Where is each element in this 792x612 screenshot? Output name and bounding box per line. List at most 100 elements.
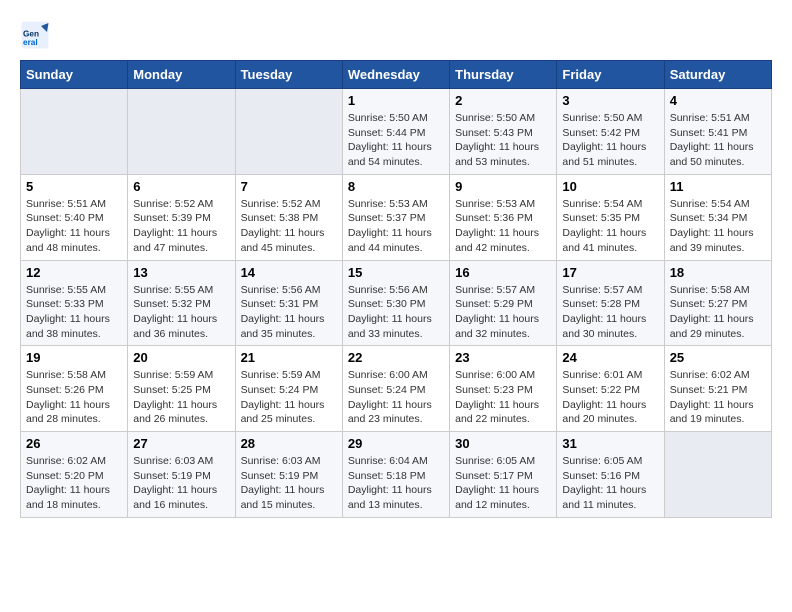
day-info: Sunrise: 6:02 AM Sunset: 5:21 PM Dayligh… xyxy=(670,368,766,427)
weekday-header-tuesday: Tuesday xyxy=(235,61,342,89)
calendar-cell: 4 Sunrise: 5:51 AM Sunset: 5:41 PM Daylig… xyxy=(664,89,771,175)
day-number: 16 xyxy=(455,265,551,280)
day-number: 20 xyxy=(133,350,229,365)
calendar-cell xyxy=(664,432,771,518)
weekday-header-monday: Monday xyxy=(128,61,235,89)
calendar-table: SundayMondayTuesdayWednesdayThursdayFrid… xyxy=(20,60,772,518)
calendar-week-1: 1 Sunrise: 5:50 AM Sunset: 5:44 PM Daylig… xyxy=(21,89,772,175)
day-number: 21 xyxy=(241,350,337,365)
day-info: Sunrise: 5:56 AM Sunset: 5:31 PM Dayligh… xyxy=(241,283,337,342)
day-info: Sunrise: 6:00 AM Sunset: 5:24 PM Dayligh… xyxy=(348,368,444,427)
day-number: 25 xyxy=(670,350,766,365)
calendar-cell: 8 Sunrise: 5:53 AM Sunset: 5:37 PM Daylig… xyxy=(342,174,449,260)
day-info: Sunrise: 6:05 AM Sunset: 5:16 PM Dayligh… xyxy=(562,454,658,513)
day-info: Sunrise: 5:50 AM Sunset: 5:42 PM Dayligh… xyxy=(562,111,658,170)
day-info: Sunrise: 5:59 AM Sunset: 5:24 PM Dayligh… xyxy=(241,368,337,427)
day-info: Sunrise: 6:01 AM Sunset: 5:22 PM Dayligh… xyxy=(562,368,658,427)
day-number: 26 xyxy=(26,436,122,451)
weekday-header-wednesday: Wednesday xyxy=(342,61,449,89)
day-info: Sunrise: 5:59 AM Sunset: 5:25 PM Dayligh… xyxy=(133,368,229,427)
calendar-cell: 11Sunrise: 5:54 AM Sunset: 5:34 PM Dayli… xyxy=(664,174,771,260)
day-number: 5 xyxy=(26,179,122,194)
day-number: 6 xyxy=(133,179,229,194)
day-number: 23 xyxy=(455,350,551,365)
day-number: 18 xyxy=(670,265,766,280)
weekday-header-sunday: Sunday xyxy=(21,61,128,89)
calendar-cell: 10 Sunrise: 5:54 AM Sunset: 5:35 PM Dayli… xyxy=(557,174,664,260)
calendar-cell xyxy=(235,89,342,175)
calendar-cell: 31 Sunrise: 6:05 AM Sunset: 5:16 PM Dayli… xyxy=(557,432,664,518)
calendar-cell: 22 Sunrise: 6:00 AM Sunset: 5:24 PM Dayli… xyxy=(342,346,449,432)
day-number: 9 xyxy=(455,179,551,194)
day-number: 31 xyxy=(562,436,658,451)
day-info: Sunrise: 5:50 AM Sunset: 5:44 PM Dayligh… xyxy=(348,111,444,170)
weekday-header-saturday: Saturday xyxy=(664,61,771,89)
day-number: 28 xyxy=(241,436,337,451)
day-number: 2 xyxy=(455,93,551,108)
calendar-cell: 27 Sunrise: 6:03 AM Sunset: 5:19 PM Dayli… xyxy=(128,432,235,518)
calendar-header: SundayMondayTuesdayWednesdayThursdayFrid… xyxy=(21,61,772,89)
calendar-cell: 13Sunrise: 5:55 AM Sunset: 5:32 PM Dayli… xyxy=(128,260,235,346)
calendar-cell xyxy=(21,89,128,175)
logo-icon: Gen eral xyxy=(20,20,50,50)
calendar-cell: 6Sunrise: 5:52 AM Sunset: 5:39 PM Daylig… xyxy=(128,174,235,260)
day-number: 11 xyxy=(670,179,766,194)
calendar-body: 1 Sunrise: 5:50 AM Sunset: 5:44 PM Daylig… xyxy=(21,89,772,518)
calendar-cell: 1 Sunrise: 5:50 AM Sunset: 5:44 PM Daylig… xyxy=(342,89,449,175)
calendar-cell: 5 Sunrise: 5:51 AM Sunset: 5:40 PM Daylig… xyxy=(21,174,128,260)
calendar-cell: 15Sunrise: 5:56 AM Sunset: 5:30 PM Dayli… xyxy=(342,260,449,346)
svg-text:eral: eral xyxy=(23,38,38,47)
calendar-cell: 24 Sunrise: 6:01 AM Sunset: 5:22 PM Dayli… xyxy=(557,346,664,432)
calendar-cell: 28Sunrise: 6:03 AM Sunset: 5:19 PM Dayli… xyxy=(235,432,342,518)
day-info: Sunrise: 5:53 AM Sunset: 5:37 PM Dayligh… xyxy=(348,197,444,256)
day-info: Sunrise: 6:00 AM Sunset: 5:23 PM Dayligh… xyxy=(455,368,551,427)
day-number: 7 xyxy=(241,179,337,194)
day-number: 15 xyxy=(348,265,444,280)
calendar-cell: 23 Sunrise: 6:00 AM Sunset: 5:23 PM Dayli… xyxy=(450,346,557,432)
day-info: Sunrise: 5:54 AM Sunset: 5:35 PM Dayligh… xyxy=(562,197,658,256)
weekday-header-thursday: Thursday xyxy=(450,61,557,89)
calendar-cell: 2 Sunrise: 5:50 AM Sunset: 5:43 PM Daylig… xyxy=(450,89,557,175)
calendar-cell: 29 Sunrise: 6:04 AM Sunset: 5:18 PM Dayli… xyxy=(342,432,449,518)
day-info: Sunrise: 6:02 AM Sunset: 5:20 PM Dayligh… xyxy=(26,454,122,513)
day-number: 12 xyxy=(26,265,122,280)
calendar-cell: 30 Sunrise: 6:05 AM Sunset: 5:17 PM Dayli… xyxy=(450,432,557,518)
day-info: Sunrise: 5:55 AM Sunset: 5:33 PM Dayligh… xyxy=(26,283,122,342)
day-number: 10 xyxy=(562,179,658,194)
day-number: 1 xyxy=(348,93,444,108)
calendar-cell: 14Sunrise: 5:56 AM Sunset: 5:31 PM Dayli… xyxy=(235,260,342,346)
day-info: Sunrise: 5:53 AM Sunset: 5:36 PM Dayligh… xyxy=(455,197,551,256)
day-info: Sunrise: 5:51 AM Sunset: 5:40 PM Dayligh… xyxy=(26,197,122,256)
calendar-week-2: 5 Sunrise: 5:51 AM Sunset: 5:40 PM Daylig… xyxy=(21,174,772,260)
day-info: Sunrise: 5:57 AM Sunset: 5:28 PM Dayligh… xyxy=(562,283,658,342)
day-number: 4 xyxy=(670,93,766,108)
day-number: 3 xyxy=(562,93,658,108)
day-number: 17 xyxy=(562,265,658,280)
day-number: 24 xyxy=(562,350,658,365)
day-number: 30 xyxy=(455,436,551,451)
calendar-cell: 9 Sunrise: 5:53 AM Sunset: 5:36 PM Daylig… xyxy=(450,174,557,260)
day-number: 8 xyxy=(348,179,444,194)
day-info: Sunrise: 5:58 AM Sunset: 5:27 PM Dayligh… xyxy=(670,283,766,342)
calendar-cell: 20 Sunrise: 5:59 AM Sunset: 5:25 PM Dayli… xyxy=(128,346,235,432)
calendar-cell: 17 Sunrise: 5:57 AM Sunset: 5:28 PM Dayli… xyxy=(557,260,664,346)
day-info: Sunrise: 6:04 AM Sunset: 5:18 PM Dayligh… xyxy=(348,454,444,513)
calendar-cell: 16 Sunrise: 5:57 AM Sunset: 5:29 PM Dayli… xyxy=(450,260,557,346)
day-info: Sunrise: 5:58 AM Sunset: 5:26 PM Dayligh… xyxy=(26,368,122,427)
page-header: Gen eral xyxy=(20,20,772,50)
day-number: 29 xyxy=(348,436,444,451)
calendar-week-4: 19Sunrise: 5:58 AM Sunset: 5:26 PM Dayli… xyxy=(21,346,772,432)
calendar-cell xyxy=(128,89,235,175)
weekday-header-friday: Friday xyxy=(557,61,664,89)
calendar-cell: 3 Sunrise: 5:50 AM Sunset: 5:42 PM Daylig… xyxy=(557,89,664,175)
day-number: 27 xyxy=(133,436,229,451)
day-info: Sunrise: 5:50 AM Sunset: 5:43 PM Dayligh… xyxy=(455,111,551,170)
day-info: Sunrise: 5:57 AM Sunset: 5:29 PM Dayligh… xyxy=(455,283,551,342)
calendar-week-3: 12 Sunrise: 5:55 AM Sunset: 5:33 PM Dayli… xyxy=(21,260,772,346)
day-info: Sunrise: 6:03 AM Sunset: 5:19 PM Dayligh… xyxy=(133,454,229,513)
day-info: Sunrise: 5:51 AM Sunset: 5:41 PM Dayligh… xyxy=(670,111,766,170)
logo: Gen eral xyxy=(20,20,54,50)
day-number: 22 xyxy=(348,350,444,365)
day-info: Sunrise: 6:05 AM Sunset: 5:17 PM Dayligh… xyxy=(455,454,551,513)
weekday-row: SundayMondayTuesdayWednesdayThursdayFrid… xyxy=(21,61,772,89)
